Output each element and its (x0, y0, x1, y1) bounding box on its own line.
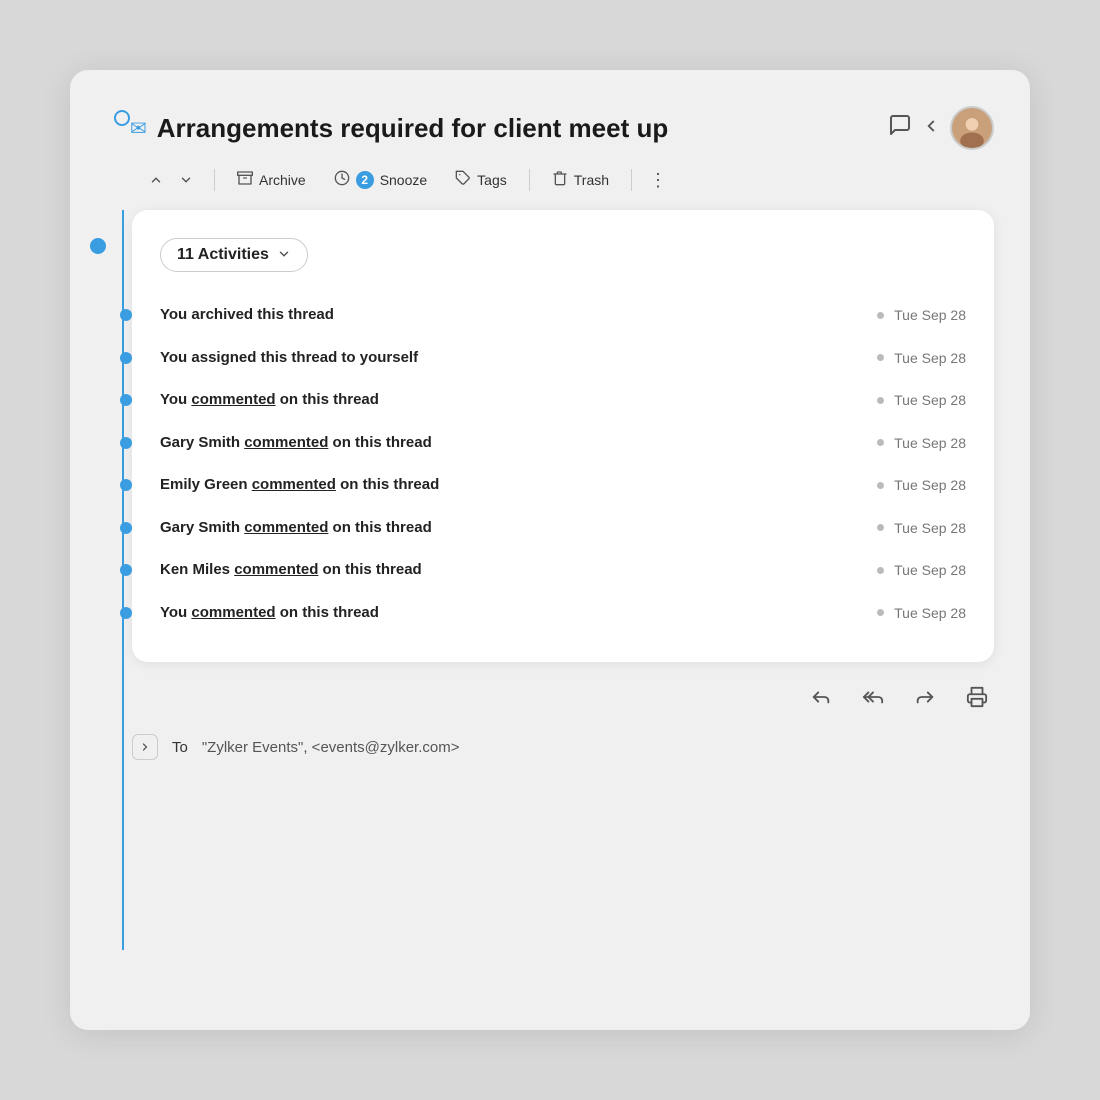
activity-link[interactable]: commented (234, 561, 318, 578)
badge-chevron-icon (277, 247, 291, 264)
archive-icon (237, 170, 253, 190)
table-row: You assigned this thread to yourself Tue… (160, 337, 966, 380)
trash-button[interactable]: Trash (540, 164, 621, 196)
activity-separator (877, 524, 884, 531)
activity-text: Gary Smith commented on this thread (160, 432, 867, 455)
activity-link[interactable]: commented (244, 434, 328, 451)
table-row: You commented on this thread Tue Sep 28 (160, 592, 966, 635)
table-row: Emily Green commented on this thread Tue… (160, 464, 966, 507)
activity-separator (877, 567, 884, 574)
archive-label: Archive (259, 172, 306, 188)
activity-link[interactable]: commented (191, 391, 275, 408)
trash-icon (552, 170, 568, 190)
email-title: Arrangements required for client meet up (157, 113, 888, 144)
more-button[interactable]: ⋮ (642, 164, 674, 196)
to-recipient: "Zylker Events", <events@zylker.com> (202, 739, 460, 756)
activity-dot (120, 309, 132, 321)
tags-icon (455, 170, 471, 190)
reply-actions (70, 662, 1030, 720)
activity-date: Tue Sep 28 (894, 392, 966, 408)
table-row: Gary Smith commented on this thread Tue … (160, 422, 966, 465)
email-icon: ✉ (130, 116, 147, 141)
trash-label: Trash (574, 172, 609, 188)
timeline-pin (114, 110, 130, 126)
reply-all-button[interactable] (856, 680, 890, 720)
divider-1 (214, 169, 215, 191)
divider-2 (529, 169, 530, 191)
activity-date: Tue Sep 28 (894, 435, 966, 451)
activity-dot (120, 607, 132, 619)
activity-dot (120, 522, 132, 534)
activity-separator (877, 439, 884, 446)
activity-separator (877, 397, 884, 404)
table-row: You archived this thread Tue Sep 28 (160, 294, 966, 337)
activity-dot (120, 394, 132, 406)
activity-date: Tue Sep 28 (894, 477, 966, 493)
print-button[interactable] (960, 680, 994, 720)
nav-down-button[interactable] (172, 166, 200, 194)
email-panel: ✉ Arrangements required for client meet … (70, 70, 1030, 1030)
snooze-label: Snooze (380, 172, 427, 188)
email-header: ✉ Arrangements required for client meet … (70, 70, 1030, 150)
activity-date: Tue Sep 28 (894, 520, 966, 536)
snooze-icon (334, 170, 350, 190)
to-label: To (172, 739, 188, 756)
activity-separator (877, 482, 884, 489)
activity-date: Tue Sep 28 (894, 350, 966, 366)
activity-text: You archived this thread (160, 304, 867, 327)
activity-link[interactable]: commented (191, 604, 275, 621)
tags-label: Tags (477, 172, 507, 188)
nav-controls (142, 166, 200, 194)
tags-button[interactable]: Tags (443, 164, 519, 196)
header-actions (888, 106, 994, 150)
activities-dot (90, 238, 106, 254)
activity-dot (120, 479, 132, 491)
activity-text: Emily Green commented on this thread (160, 474, 867, 497)
activity-text: You commented on this thread (160, 602, 867, 625)
snooze-button[interactable]: 2 Snooze (322, 164, 439, 196)
timeline-line (122, 210, 124, 950)
activity-card: 11 Activities You archived this thread T… (132, 210, 994, 662)
activities-badge-button[interactable]: 11 Activities (160, 238, 308, 272)
activity-dot (120, 352, 132, 364)
activity-separator (877, 312, 884, 319)
activity-link[interactable]: commented (252, 476, 336, 493)
activity-list: You archived this thread Tue Sep 28 You … (160, 294, 966, 634)
activity-text: You commented on this thread (160, 389, 867, 412)
activity-text: You assigned this thread to yourself (160, 347, 867, 370)
chat-icon[interactable] (888, 113, 912, 143)
activity-link[interactable]: commented (244, 519, 328, 536)
activity-text: Gary Smith commented on this thread (160, 517, 867, 540)
divider-3 (631, 169, 632, 191)
activity-separator (877, 354, 884, 361)
table-row: You commented on this thread Tue Sep 28 (160, 379, 966, 422)
to-expand-button[interactable] (132, 734, 158, 760)
forward-button[interactable] (908, 680, 942, 720)
table-row: Gary Smith commented on this thread Tue … (160, 507, 966, 550)
archive-button[interactable]: Archive (225, 164, 318, 196)
nav-up-button[interactable] (142, 166, 170, 194)
activity-date: Tue Sep 28 (894, 562, 966, 578)
activity-date: Tue Sep 28 (894, 605, 966, 621)
collapse-icon[interactable] (922, 117, 940, 140)
activity-date: Tue Sep 28 (894, 307, 966, 323)
avatar (950, 106, 994, 150)
activity-dot (120, 437, 132, 449)
toolbar: Archive 2 Snooze Tags (70, 150, 1030, 210)
activities-badge-label: 11 Activities (177, 246, 269, 264)
snooze-badge: 2 (356, 171, 374, 189)
to-line: To "Zylker Events", <events@zylker.com> (70, 720, 1030, 760)
reply-button[interactable] (804, 680, 838, 720)
table-row: Ken Miles commented on this thread Tue S… (160, 549, 966, 592)
activity-separator (877, 609, 884, 616)
activity-dot (120, 564, 132, 576)
activity-text: Ken Miles commented on this thread (160, 559, 867, 582)
activities-header: 11 Activities (160, 238, 966, 272)
